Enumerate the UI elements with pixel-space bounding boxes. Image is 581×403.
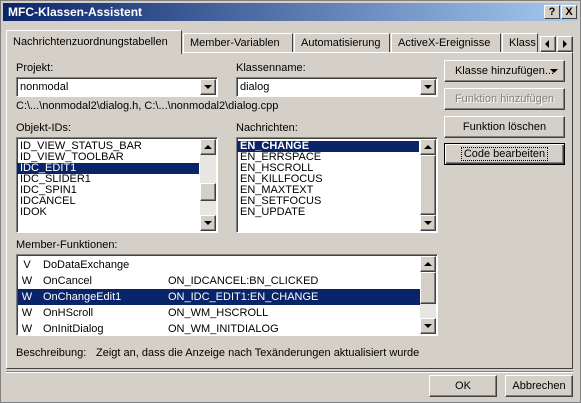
tab-member-variables[interactable]: Member-Variablen [183,33,293,53]
classname-dropdown-button[interactable] [420,79,436,95]
project-dropdown-button[interactable] [200,79,216,95]
delete-function-button[interactable]: Funktion löschen [444,116,565,138]
add-function-button[interactable]: Funktion hinzufügen [444,88,565,110]
member-functions-scrollbar[interactable] [420,256,436,334]
dropdown-arrow-icon [550,69,558,73]
function-message: ON_WM_HSCROLL [168,307,269,319]
mfc-class-wizard-dialog: MFC-Klassen-Assistent ? X Nachrichtenzuo… [0,0,581,403]
description-label: Beschreibung: [16,347,87,359]
function-type: V [23,259,31,271]
delete-function-label: Funktion löschen [462,121,547,133]
classname-combo[interactable]: dialog [236,77,438,97]
description-text: Zeigt an, dass die Anzeige nach Texänder… [96,347,420,359]
cancel-label: Abbrechen [512,380,566,392]
chevron-down-icon [424,324,432,328]
function-name: OnInitDialog [43,323,104,335]
messages-scrollbar[interactable] [420,139,436,231]
divider [6,371,573,373]
function-message: ON_IDC_EDIT1:EN_CHANGE [168,291,319,303]
project-label: Projekt: [16,62,54,74]
file-path: C:\...\nonmodal2\dialog.h, C:\...\nonmod… [16,100,279,112]
chevron-down-icon [424,85,432,89]
tab-activex-events[interactable]: ActiveX-Ereignisse [391,33,501,53]
scroll-up-button[interactable] [420,139,436,155]
chevron-left-icon [545,40,549,48]
scroll-down-button[interactable] [200,215,216,231]
title-bar[interactable]: MFC-Klassen-Assistent ? X [3,3,578,21]
scroll-up-button[interactable] [420,256,436,272]
close-button[interactable]: X [561,5,577,19]
object-ids-label: Objekt-IDs: [16,122,72,134]
project-combo[interactable]: nonmodal [16,77,218,97]
scroll-thumb[interactable] [420,155,436,215]
cancel-button[interactable]: Abbrechen [505,375,573,397]
chevron-up-icon [424,262,432,266]
scroll-down-button[interactable] [420,318,436,334]
function-name: OnHScroll [43,307,94,319]
member-functions-label: Member-Funktionen: [16,239,118,251]
table-row[interactable]: W OnInitDialog ON_WM_INITDIALOG [18,321,420,335]
tab-scroll-right-button[interactable] [557,36,573,52]
chevron-down-icon [204,221,212,225]
tab-class-info[interactable]: Klass [502,33,538,53]
chevron-down-icon [424,221,432,225]
edit-code-button[interactable]: Code bearbeiten [444,143,565,165]
edit-code-label: Code bearbeiten [460,147,549,161]
chevron-right-icon [563,40,567,48]
ok-button[interactable]: OK [429,375,497,397]
chevron-up-icon [204,145,212,149]
tab-scroll-left-button[interactable] [540,36,556,52]
function-message: ON_WM_INITDIALOG [168,323,279,335]
function-type: W [21,275,33,287]
messages-label: Nachrichten: [236,122,298,134]
project-value: nonmodal [20,81,69,93]
list-item[interactable]: EN_UPDATE [237,207,437,218]
ok-label: OK [455,380,471,392]
add-function-label: Funktion hinzufügen [454,93,555,105]
function-message: ON_IDCANCEL:BN_CLICKED [168,275,319,287]
function-name: OnCancel [43,275,92,287]
table-row[interactable]: W OnCancel ON_IDCANCEL:BN_CLICKED [18,273,420,289]
classname-label: Klassenname: [236,62,306,74]
table-row[interactable]: W OnHScroll ON_WM_HSCROLL [18,305,420,321]
table-row[interactable]: V DoDataExchange [18,257,420,273]
table-row-selected[interactable]: W OnChangeEdit1 ON_IDC_EDIT1:EN_CHANGE [18,289,420,305]
function-type: W [21,291,33,303]
scroll-down-button[interactable] [420,215,436,231]
classname-value: dialog [240,81,270,93]
chevron-down-icon [204,85,212,89]
member-functions-list[interactable]: V DoDataExchange W OnCancel ON_IDCANCEL:… [16,254,438,336]
function-type: W [21,323,33,335]
function-name: OnChangeEdit1 [43,291,122,303]
chevron-up-icon [424,145,432,149]
add-class-label: Klasse hinzufügen... [454,65,555,77]
list-item[interactable]: IDCANCEL [17,196,217,207]
object-ids-scrollbar[interactable] [200,139,216,231]
list-item[interactable]: IDOK [17,207,217,218]
scroll-thumb[interactable] [200,183,216,201]
scroll-up-button[interactable] [200,139,216,155]
tab-message-maps[interactable]: Nachrichtenzuordnungstabellen [6,30,182,54]
function-name: DoDataExchange [43,259,130,271]
window-title: MFC-Klassen-Assistent [8,5,143,19]
help-button[interactable]: ? [544,5,560,19]
object-ids-list[interactable]: ID_VIEW_STATUS_BAR ID_VIEW_TOOLBAR IDC_E… [16,137,218,233]
function-type: W [21,307,33,319]
messages-list[interactable]: EN_CHANGE EN_ERRSPACE EN_HSCROLL EN_KILL… [236,137,438,233]
scroll-thumb[interactable] [420,272,436,304]
tab-automation[interactable]: Automatisierung [294,33,390,53]
tab-bar: Nachrichtenzuordnungstabellen Member-Var… [6,30,538,54]
add-class-button[interactable]: Klasse hinzufügen... [444,60,565,82]
